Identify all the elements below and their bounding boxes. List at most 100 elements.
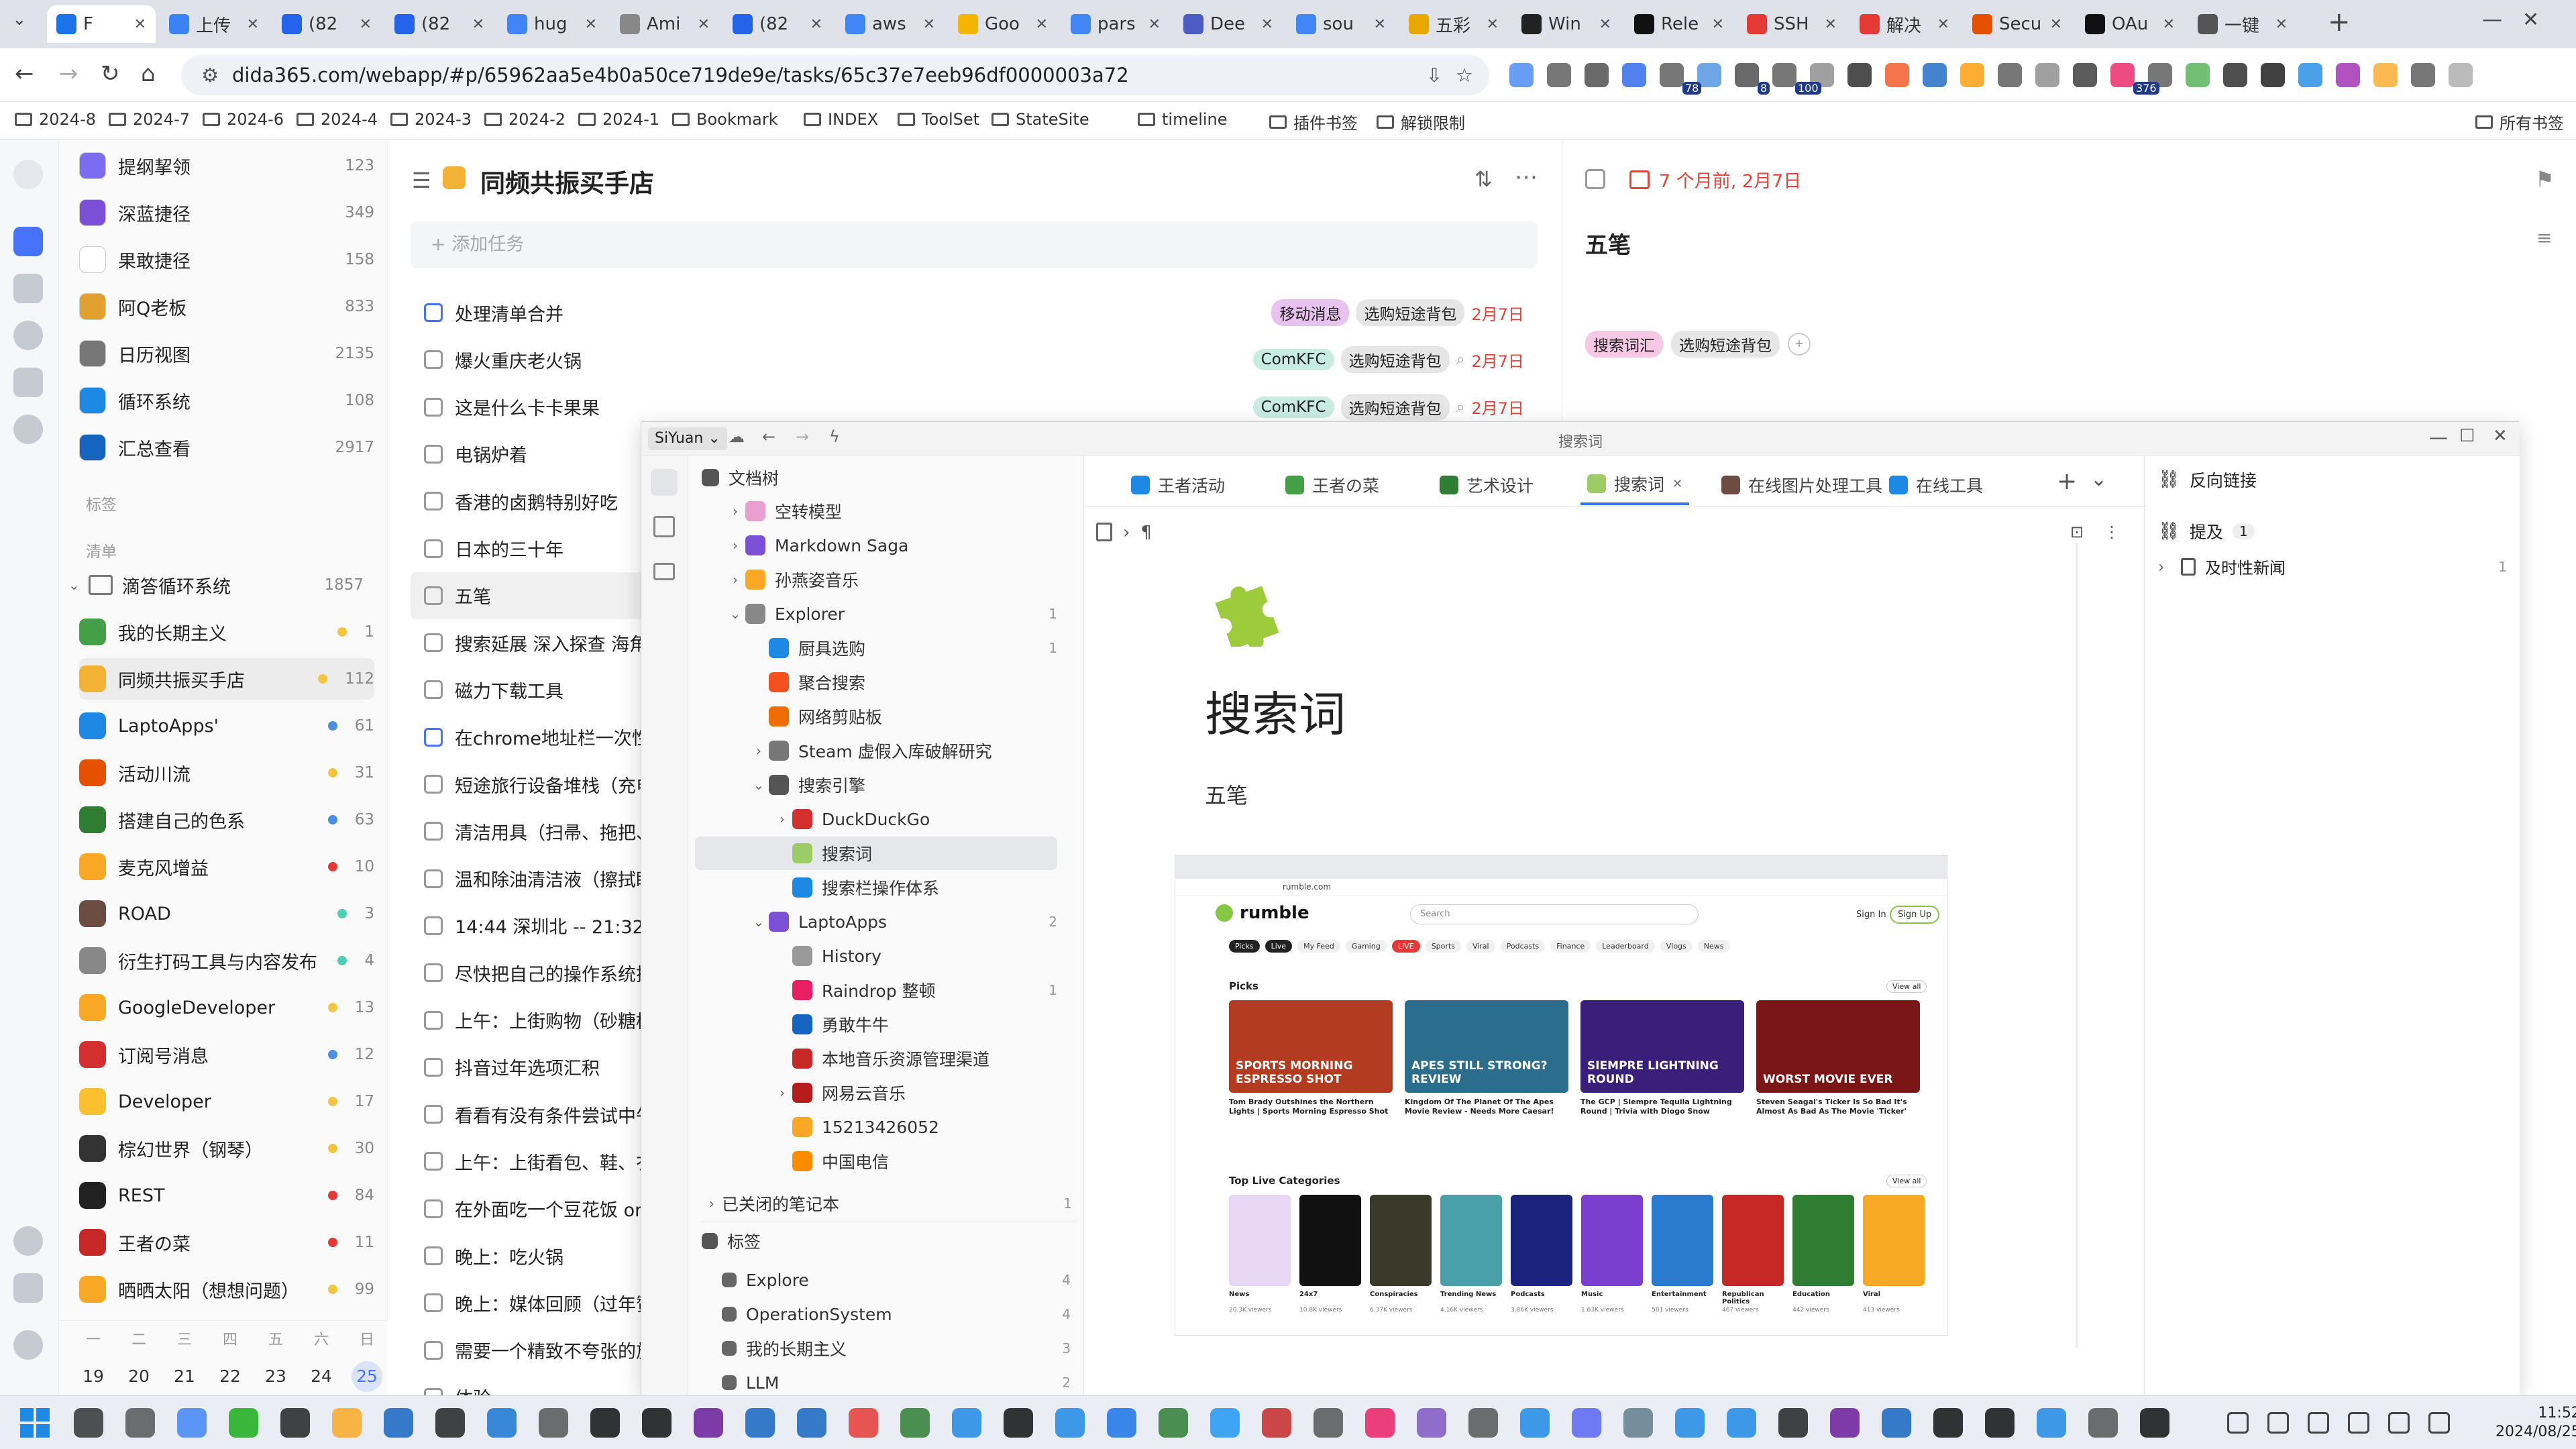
extension-icon[interactable]	[2073, 63, 2097, 87]
smart-list-item[interactable]: 循环系统 108	[79, 380, 374, 421]
extension-icon[interactable]	[1772, 63, 1796, 87]
doc-tree-node[interactable]: › 孙燕姿音乐	[725, 563, 1064, 596]
tab-close-icon[interactable]: ✕	[2275, 16, 2288, 33]
tab-close-icon[interactable]: ✕	[698, 16, 710, 33]
task-checkbox[interactable]	[424, 1246, 443, 1265]
sync-icon[interactable]	[13, 1226, 43, 1256]
smart-list-item[interactable]: 果敢捷径 158	[79, 239, 374, 280]
taskbar-app-icon[interactable]	[1727, 1408, 1756, 1438]
taskbar-app-icon[interactable]	[125, 1408, 155, 1438]
doc-tree-node[interactable]: › 空转模型	[725, 494, 1064, 528]
browser-tab[interactable]: Win ✕	[1512, 5, 1621, 43]
chevron-down-icon[interactable]: ⌄	[725, 606, 745, 622]
tab-close-icon[interactable]: ✕	[1487, 16, 1499, 33]
doc-tree-node[interactable]: 中国电信	[772, 1144, 1064, 1178]
calendar-day[interactable]: 25	[352, 1361, 382, 1392]
add-task-input[interactable]: + 添加任务	[411, 221, 1538, 268]
smart-list-item[interactable]: 提纲挈领 123	[79, 145, 374, 186]
taskbar-app-icon[interactable]	[1468, 1408, 1498, 1438]
list-item[interactable]: 衍生打码工具与内容发布 4	[79, 940, 374, 981]
taskbar-app-icon[interactable]	[1159, 1408, 1188, 1438]
doc-tree-node[interactable]: › Markdown Saga	[725, 529, 1064, 562]
list-item[interactable]: 同频共振买手店 112	[79, 658, 374, 700]
doc-tree-node[interactable]: 勇敢牛牛	[772, 1008, 1064, 1041]
extension-icon[interactable]	[1885, 63, 1909, 87]
doc-tree-node[interactable]: 搜索栏操作体系	[772, 871, 1064, 904]
list-item[interactable]: 活动川流 31	[79, 752, 374, 794]
tab-close-icon[interactable]: ✕	[923, 16, 935, 33]
bookmark-folder[interactable]: ToolSet	[898, 110, 979, 129]
tab-list-chevron-icon[interactable]: ⌄	[2090, 468, 2107, 491]
doc-tree-node[interactable]: History	[772, 939, 1064, 973]
smart-list-item[interactable]: 汇总查看 2917	[79, 427, 374, 468]
reload-icon[interactable]: ↻	[101, 60, 120, 87]
taskbar-app-icon[interactable]	[1365, 1408, 1395, 1438]
tab-close-icon[interactable]: ✕	[360, 16, 372, 33]
bookmark-folder[interactable]: timeline	[1138, 110, 1228, 129]
editor-tab[interactable]: 在线工具	[1882, 465, 1990, 505]
task-row[interactable]: 爆火重庆老火锅 ComKFC 选购短途背包 ⌕ 2月7日	[411, 336, 1538, 383]
list-item[interactable]: 搭建自己的色系 63	[79, 799, 374, 841]
calendar-icon[interactable]	[13, 274, 43, 303]
paragraph-icon[interactable]: ¶	[1140, 523, 1152, 543]
calendar-day[interactable]: 21	[169, 1361, 200, 1392]
extension-icon[interactable]	[2261, 63, 2285, 87]
task-checkbox[interactable]	[424, 303, 443, 322]
file-tree-icon[interactable]	[651, 469, 678, 496]
chevron-right-icon[interactable]: ›	[772, 811, 792, 827]
lock-icon[interactable]: ⊡	[2070, 523, 2084, 541]
tab-close-icon[interactable]: ✕	[2163, 16, 2175, 33]
bookmark-folder[interactable]: INDEX	[804, 110, 878, 129]
extension-icon[interactable]	[1735, 63, 1759, 87]
browser-tab[interactable]: SSH ✕	[1737, 5, 1846, 43]
browser-tab[interactable]: OAu ✕	[2076, 5, 2184, 43]
doc-tree-node[interactable]: ⌄ 搜索引擎	[749, 768, 1064, 802]
browser-tab[interactable]: sou ✕	[1287, 5, 1395, 43]
tag-node[interactable]: 我的长期主义 3	[722, 1332, 1077, 1365]
calendar-day[interactable]: 24	[306, 1361, 337, 1392]
add-tab-icon[interactable]: +	[2057, 468, 2077, 495]
taskbar-app-icon[interactable]	[1985, 1408, 2015, 1438]
window-minimize-icon[interactable]: —	[2429, 426, 2448, 448]
taskbar-app-icon[interactable]	[849, 1408, 878, 1438]
extension-icon[interactable]	[1547, 63, 1571, 87]
taskbar-app-icon[interactable]	[694, 1408, 723, 1438]
avatar[interactable]	[13, 160, 43, 189]
chevron-right-icon[interactable]: ›	[772, 1085, 792, 1101]
extension-icon[interactable]	[2298, 63, 2322, 87]
extension-icon[interactable]	[1660, 63, 1684, 87]
browser-tab[interactable]: Dee ✕	[1174, 5, 1283, 43]
tab-close-icon[interactable]: ✕	[1825, 16, 1837, 33]
task-checkbox[interactable]	[424, 869, 443, 888]
calendar-day[interactable]: 20	[123, 1361, 154, 1392]
sort-icon[interactable]: ⇅	[1474, 166, 1493, 192]
browser-tab[interactable]: Ami ✕	[610, 5, 719, 43]
task-checkbox[interactable]	[424, 492, 443, 511]
extension-icon[interactable]	[1960, 63, 1984, 87]
calendar-day[interactable]: 19	[78, 1361, 109, 1392]
bookmark-folder[interactable]: 插件书签	[1269, 110, 1358, 133]
tab-close-icon[interactable]: ✕	[810, 16, 822, 33]
site-info-icon[interactable]: ⚙	[201, 64, 219, 87]
doc-tree-node[interactable]: 聚合搜索	[749, 665, 1064, 699]
taskbar-app-icon[interactable]	[1623, 1408, 1653, 1438]
window-minimize-icon[interactable]: —	[2482, 8, 2502, 32]
list-item[interactable]: 晒晒太阳（想想问题） 99	[79, 1269, 374, 1310]
taskbar-app-icon[interactable]	[1675, 1408, 1705, 1438]
task-checkbox[interactable]	[424, 1105, 443, 1124]
chevron-up-icon[interactable]	[2227, 1412, 2249, 1434]
taskbar-app-icon[interactable]	[1004, 1408, 1033, 1438]
tags-section-header[interactable]: 标签	[86, 492, 117, 515]
url-input[interactable]: ⚙ dida365.com/webapp/#p/65962aa5e4b0a50c…	[181, 55, 1489, 95]
folder-dida-loop[interactable]: ⌄ 滴答循环系统 1857	[68, 564, 364, 606]
extension-icon[interactable]	[2110, 63, 2135, 87]
task-checkbox[interactable]	[424, 350, 443, 370]
taskbar-app-icon[interactable]	[435, 1408, 465, 1438]
window-maximize-icon[interactable]: ☐	[2459, 426, 2475, 446]
taskbar-app-icon[interactable]	[797, 1408, 826, 1438]
help-icon[interactable]	[13, 1330, 43, 1360]
browser-tab[interactable]: 解决 ✕	[1850, 5, 1959, 43]
task-checkbox[interactable]	[424, 1010, 443, 1030]
browser-tab[interactable]: aws ✕	[836, 5, 945, 43]
detail-title[interactable]: 五笔	[1585, 227, 1631, 260]
